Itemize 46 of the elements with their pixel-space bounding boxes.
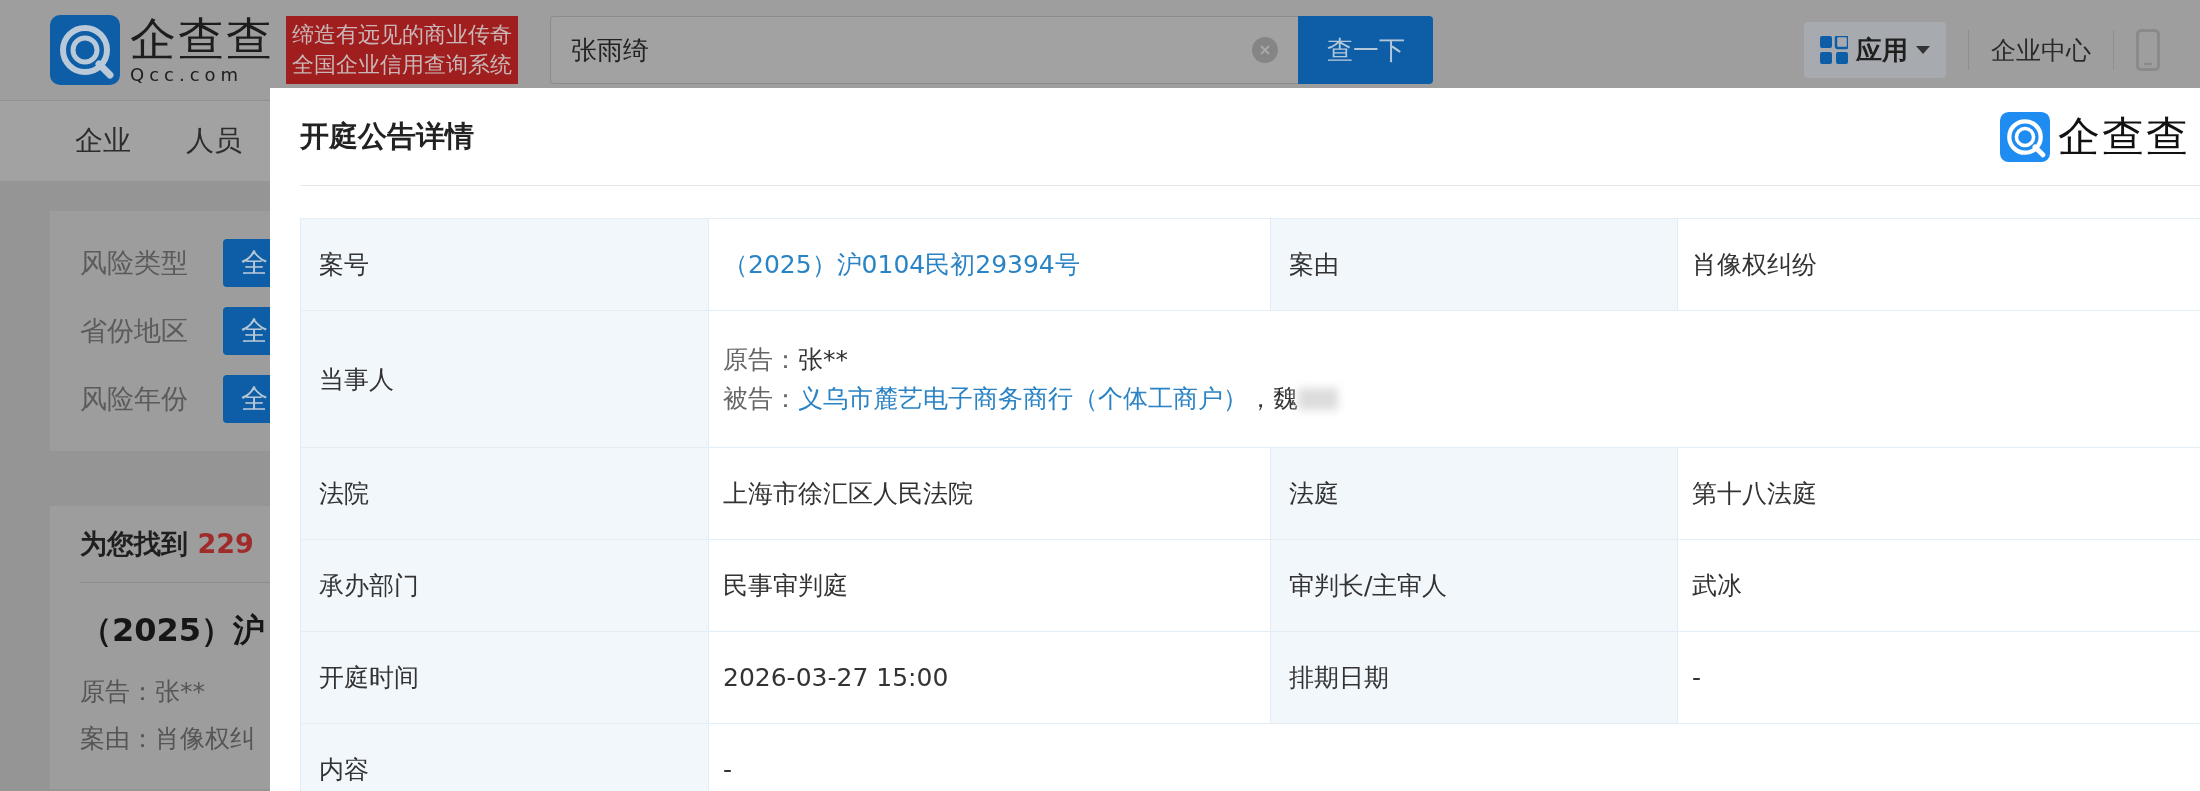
filter-label: 省份地区 bbox=[80, 314, 188, 348]
field-label: 法庭 bbox=[1271, 448, 1678, 539]
field-value: 肖像权纠纷 bbox=[1678, 219, 2200, 310]
field-value: - bbox=[1678, 632, 2200, 723]
brand-logo: 企查查 bbox=[2000, 108, 2190, 165]
field-label: 审判长/主审人 bbox=[1271, 540, 1678, 631]
field-value: - bbox=[722, 754, 734, 786]
search-field[interactable]: 张雨绮 bbox=[550, 16, 1298, 84]
filter-label: 风险类型 bbox=[80, 246, 188, 280]
logo-domain: Qcc.com bbox=[130, 66, 245, 84]
party-name: 张** bbox=[798, 344, 848, 376]
field-label: 排期日期 bbox=[1271, 632, 1678, 723]
results-heading: 为您找到 229 bbox=[80, 528, 254, 559]
field-label: 法院 bbox=[301, 448, 709, 539]
case-number-link[interactable]: （2025）沪0104民初29394号 bbox=[723, 248, 1080, 281]
clear-icon[interactable] bbox=[1252, 37, 1278, 63]
logo-icon bbox=[50, 15, 120, 85]
site-logo[interactable]: 企查查 Qcc.com bbox=[50, 15, 274, 85]
party-name: ，魏 bbox=[1248, 383, 1298, 415]
apps-menu[interactable]: 应用 bbox=[1804, 22, 1946, 78]
field-value: 武冰 bbox=[1678, 540, 2200, 631]
logo-icon bbox=[2000, 111, 2050, 162]
plaintiff-text: 原告：张** bbox=[80, 676, 205, 708]
cause-text: 案由：肖像权纠 bbox=[80, 723, 255, 755]
search-button[interactable]: 查一下 bbox=[1298, 16, 1433, 84]
field-label: 内容 bbox=[301, 724, 709, 791]
logo-name: 企查查 bbox=[130, 16, 274, 62]
grid-icon bbox=[1820, 36, 1848, 64]
field-label: 当事人 bbox=[301, 311, 709, 447]
filter-label: 风险年份 bbox=[80, 382, 188, 416]
nav-tab[interactable]: 企业 bbox=[75, 122, 131, 160]
field-label: 案由 bbox=[1271, 219, 1678, 310]
party-role: 原告： bbox=[723, 344, 798, 376]
nav-tab[interactable]: 人员 bbox=[186, 122, 242, 160]
dialog-title: 开庭公告详情 bbox=[300, 117, 474, 155]
field-label: 承办部门 bbox=[301, 540, 709, 631]
field-label: 开庭时间 bbox=[301, 632, 709, 723]
field-value: 第十八法庭 bbox=[1678, 448, 2200, 539]
field-label: 案号 bbox=[301, 219, 709, 310]
slogan-banner: 缔造有远见的商业传奇 全国企业信用查询系统 bbox=[286, 16, 518, 84]
party-role: 被告： bbox=[723, 383, 798, 415]
case-title[interactable]: （2025）沪 bbox=[80, 609, 266, 653]
enterprise-center-link[interactable]: 企业中心 bbox=[1991, 33, 2091, 67]
redaction-blur bbox=[1298, 387, 1338, 410]
party-link[interactable]: 义乌市麓艺电子商务商行（个体工商户） bbox=[798, 382, 1248, 415]
caret-icon bbox=[1916, 46, 1930, 54]
